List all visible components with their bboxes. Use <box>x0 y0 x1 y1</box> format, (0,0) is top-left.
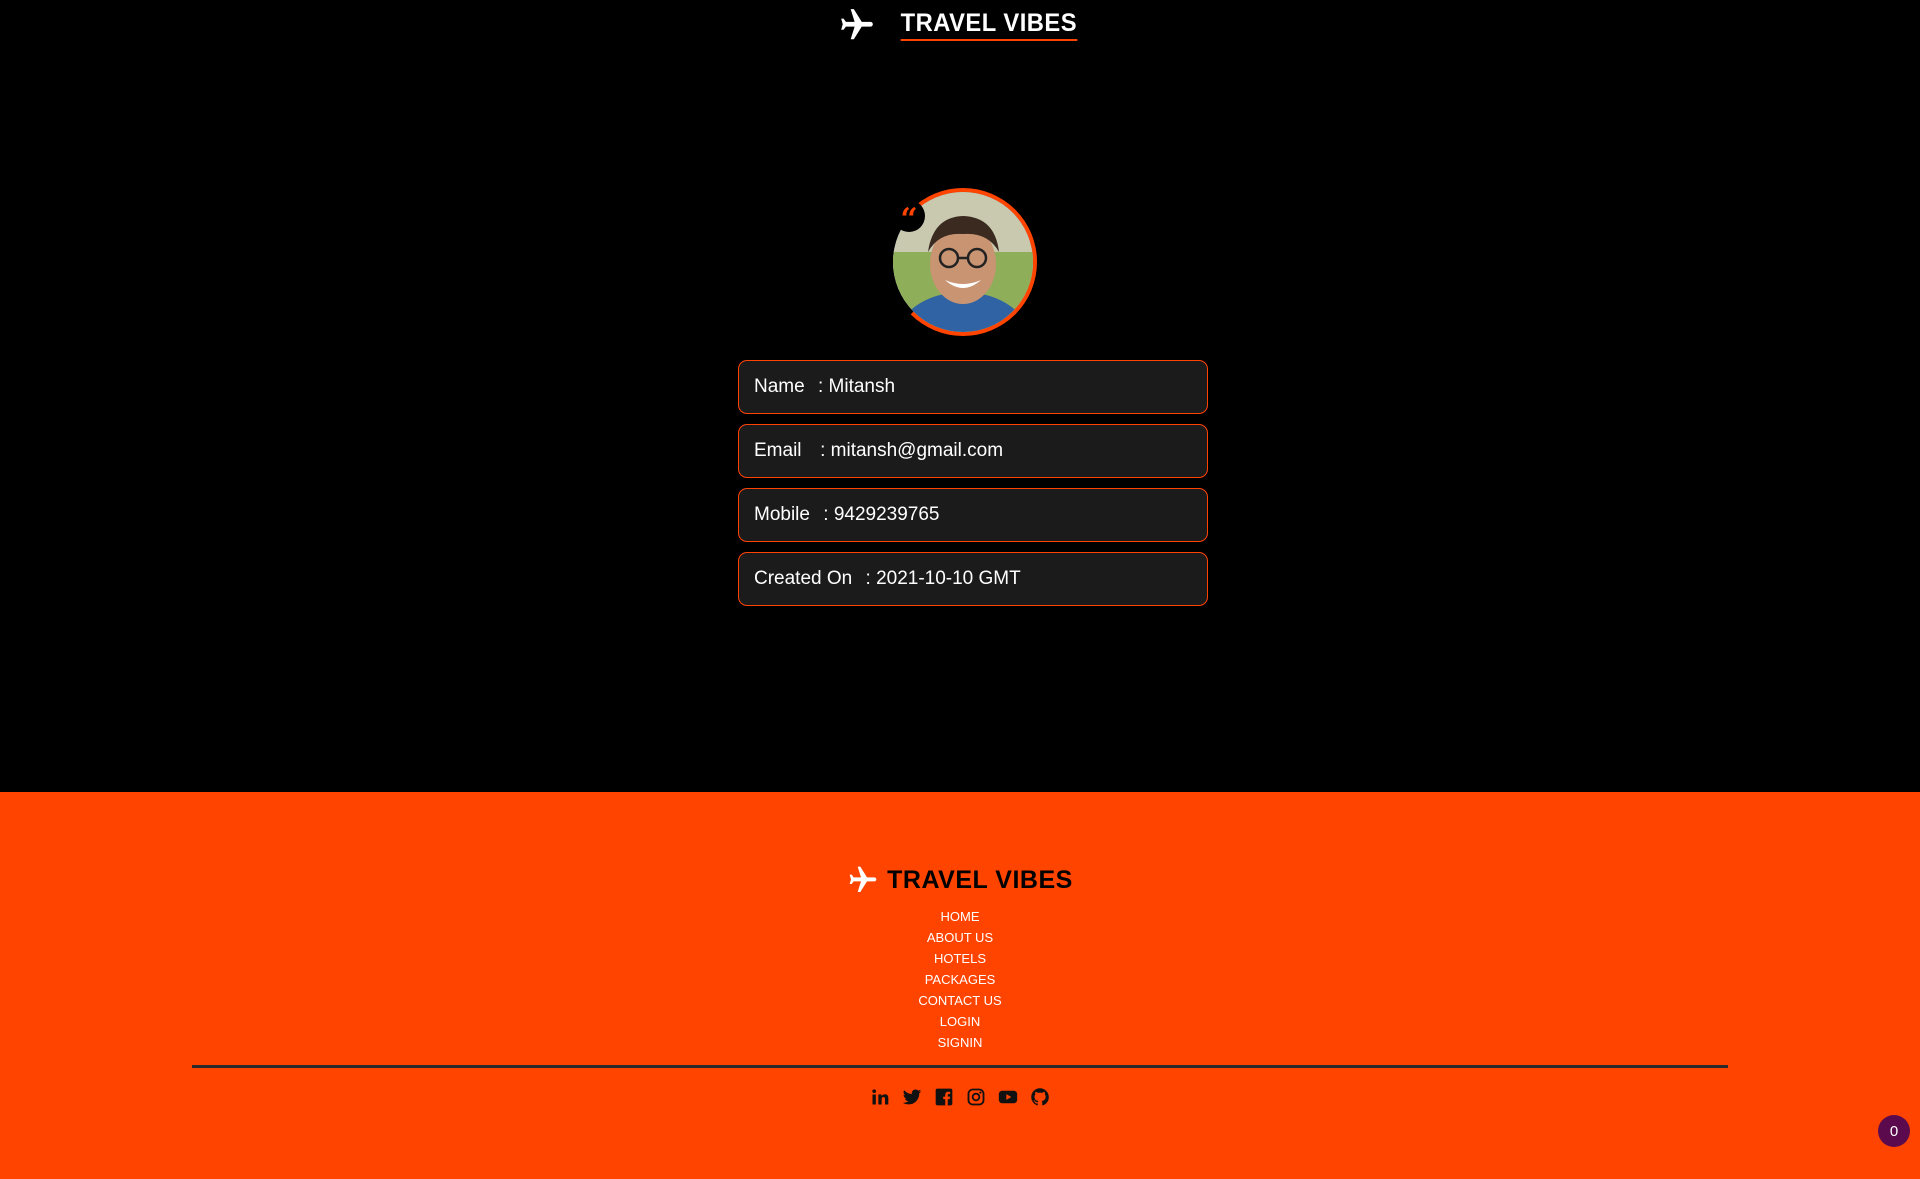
twitter-icon[interactable] <box>902 1087 922 1107</box>
brand-logo[interactable]: TRAVEL VIBES <box>838 6 1082 44</box>
footer-link-home[interactable]: HOME <box>941 906 980 927</box>
mobile-field: Mobile : 9429239765 <box>738 488 1208 542</box>
brand-title[interactable]: TRAVEL VIBES <box>900 9 1078 41</box>
footer-divider <box>192 1065 1728 1068</box>
site-header: TRAVEL VIBES <box>0 0 1920 60</box>
footer-link-login[interactable]: LOGIN <box>940 1011 980 1032</box>
profile-info: Name : Mitansh Email : mitansh@gmail.com… <box>738 360 1208 616</box>
footer-link-signin[interactable]: SIGNIN <box>938 1032 983 1053</box>
linkedin-icon[interactable] <box>870 1087 890 1107</box>
cart-count-badge[interactable]: 0 <box>1878 1115 1910 1147</box>
field-value: mitansh@gmail.com <box>830 440 1004 461</box>
field-separator: : <box>865 568 877 589</box>
name-field: Name : Mitansh <box>738 360 1208 414</box>
field-label: Name <box>754 376 810 397</box>
github-icon[interactable] <box>1030 1087 1050 1107</box>
field-label: Created On <box>754 568 858 589</box>
field-label: Mobile <box>754 504 816 525</box>
field-label: Email <box>754 440 813 461</box>
airplane-icon <box>838 6 876 44</box>
field-value: Mitansh <box>828 376 896 397</box>
footer-link-packages[interactable]: PACKAGES <box>925 969 996 990</box>
footer-brand[interactable]: TRAVEL VIBES <box>0 864 1920 896</box>
site-footer: TRAVEL VIBES HOME ABOUT US HOTELS PACKAG… <box>0 792 1920 1179</box>
field-value: 9429239765 <box>833 504 940 525</box>
footer-link-about-us[interactable]: ABOUT US <box>927 927 993 948</box>
facebook-icon[interactable] <box>934 1087 954 1107</box>
field-value: 2021-10-10 GMT <box>876 568 1021 589</box>
email-field: Email : mitansh@gmail.com <box>738 424 1208 478</box>
field-separator: : <box>820 440 831 461</box>
instagram-icon[interactable] <box>966 1087 986 1107</box>
youtube-icon[interactable] <box>998 1087 1018 1107</box>
quote-icon: “ <box>893 200 925 235</box>
footer-brand-title: TRAVEL VIBES <box>887 865 1073 894</box>
footer-link-contact-us[interactable]: CONTACT US <box>918 990 1001 1011</box>
field-separator: : <box>817 376 829 397</box>
footer-nav: HOME ABOUT US HOTELS PACKAGES CONTACT US… <box>0 906 1920 1053</box>
profile-avatar-block: “ <box>889 188 1037 336</box>
airplane-icon <box>847 864 879 896</box>
field-separator: : <box>823 504 834 525</box>
social-links <box>0 1087 1920 1107</box>
created-on-field: Created On : 2021-10-10 GMT <box>738 552 1208 606</box>
footer-link-hotels[interactable]: HOTELS <box>934 948 986 969</box>
